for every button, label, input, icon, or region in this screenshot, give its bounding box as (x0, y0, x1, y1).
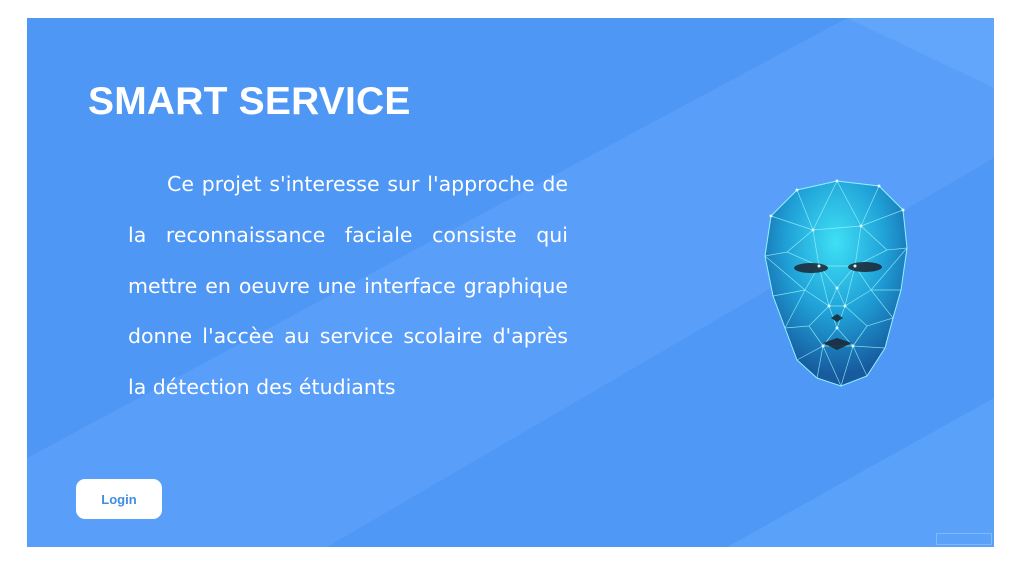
project-description: Ce projet s'interesse sur l'approche de … (128, 172, 568, 400)
page-title: SMART SERVICE (88, 80, 411, 123)
login-button[interactable]: Login (76, 479, 162, 519)
watermark (936, 533, 992, 545)
hero-panel: SMART SERVICE Ce projet s'interesse sur … (27, 18, 994, 547)
polygon-face-icon (764, 179, 908, 387)
